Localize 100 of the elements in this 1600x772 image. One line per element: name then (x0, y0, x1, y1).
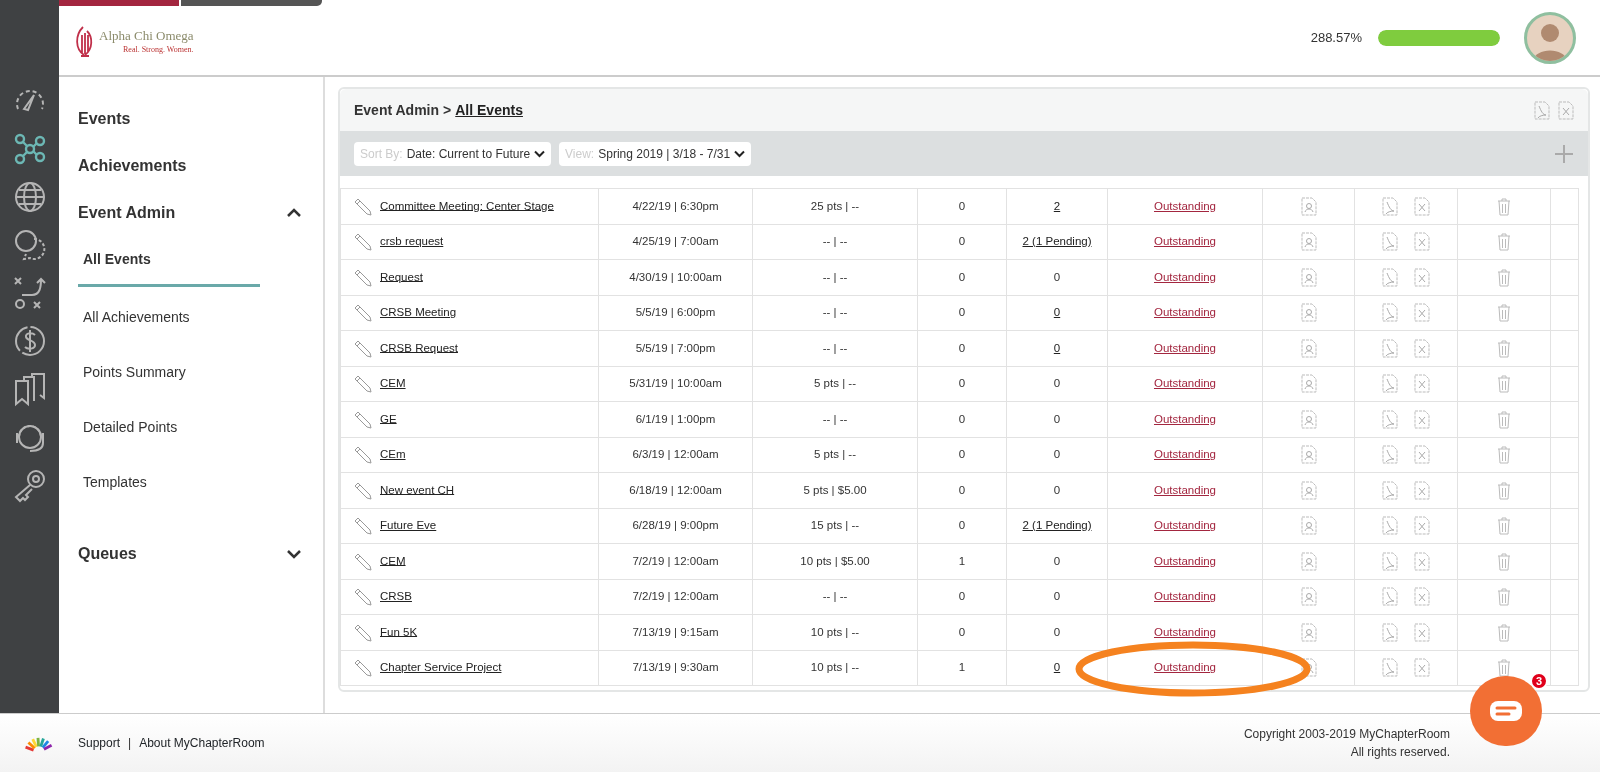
status-link[interactable]: Outstanding (1154, 519, 1216, 532)
status-link[interactable]: Outstanding (1154, 270, 1216, 283)
person-document-icon[interactable] (1300, 196, 1317, 216)
count-link[interactable]: 0 (1053, 341, 1061, 354)
excel-icon[interactable] (1414, 658, 1430, 678)
person-document-icon[interactable] (1300, 374, 1317, 394)
person-document-icon[interactable] (1300, 409, 1317, 429)
person-document-icon[interactable] (1300, 551, 1317, 571)
status-link[interactable]: Outstanding (1154, 448, 1216, 461)
event-link[interactable]: CRSB (380, 589, 412, 602)
excel-icon[interactable] (1414, 445, 1430, 465)
event-link[interactable]: CEM (380, 376, 406, 389)
trash-icon[interactable] (1496, 338, 1512, 358)
count-link[interactable]: 2 (1053, 199, 1061, 212)
person-document-icon[interactable] (1300, 622, 1317, 642)
trash-icon[interactable] (1496, 622, 1512, 642)
sidebar-heading[interactable]: Events (78, 106, 131, 131)
person-document-icon[interactable] (1300, 267, 1317, 287)
person-document-icon[interactable] (1300, 516, 1317, 536)
pdf-icon[interactable] (1382, 587, 1398, 607)
event-link[interactable]: Fun 5K (380, 625, 418, 638)
trash-icon[interactable] (1496, 232, 1512, 252)
about-link[interactable]: About MyChapterRoom (139, 734, 265, 752)
pdf-icon[interactable] (1382, 409, 1398, 429)
pencil-icon[interactable] (353, 516, 372, 536)
sidebar-link[interactable]: Detailed Points (78, 404, 178, 452)
sidebar-link[interactable]: Templates (78, 459, 147, 507)
pencil-icon[interactable] (353, 480, 372, 500)
count-link[interactable]: 0 (1053, 661, 1061, 674)
person-document-icon[interactable] (1300, 480, 1317, 500)
status-link[interactable]: Outstanding (1154, 412, 1216, 425)
pdf-icon[interactable] (1382, 303, 1398, 323)
trash-icon[interactable] (1496, 445, 1512, 465)
pdf-icon[interactable] (1382, 196, 1398, 216)
status-link[interactable]: Outstanding (1154, 625, 1216, 638)
pdf-icon[interactable] (1382, 267, 1398, 287)
excel-icon[interactable] (1414, 480, 1430, 500)
app-tab[interactable] (181, 0, 322, 6)
pdf-icon[interactable] (1382, 516, 1398, 536)
excel-icon[interactable] (1414, 232, 1430, 252)
pencil-icon[interactable] (353, 622, 372, 642)
pencil-icon[interactable] (353, 267, 372, 287)
sidebar-heading[interactable]: Event Admin (78, 200, 176, 225)
person-document-icon[interactable] (1300, 338, 1317, 358)
trash-icon[interactable] (1496, 587, 1512, 607)
trash-icon[interactable] (1496, 303, 1512, 323)
event-link[interactable]: CEm (380, 447, 406, 460)
event-link[interactable]: CRSB Meeting (380, 305, 457, 318)
add-icon[interactable] (1554, 143, 1574, 164)
event-link[interactable]: GE (380, 412, 397, 425)
pencil-icon[interactable] (353, 409, 372, 429)
pdf-icon[interactable] (1534, 100, 1550, 120)
person-document-icon[interactable] (1300, 232, 1317, 252)
breadcrumb-link[interactable]: All Events (455, 99, 523, 121)
pencil-icon[interactable] (353, 374, 372, 394)
excel-icon[interactable] (1414, 551, 1430, 571)
excel-icon[interactable] (1414, 587, 1430, 607)
pdf-icon[interactable] (1382, 445, 1398, 465)
pencil-icon[interactable] (353, 303, 372, 323)
trash-icon[interactable] (1496, 516, 1512, 536)
trash-icon[interactable] (1496, 658, 1512, 678)
sidebar-heading[interactable]: Achievements (78, 153, 187, 178)
status-link[interactable]: Outstanding (1154, 590, 1216, 603)
status-link[interactable]: Outstanding (1154, 235, 1216, 248)
sidebar-link[interactable]: Points Summary (78, 349, 186, 397)
trash-icon[interactable] (1496, 551, 1512, 571)
pencil-icon[interactable] (353, 232, 372, 252)
avatar[interactable] (1524, 11, 1576, 64)
pencil-icon[interactable] (353, 551, 372, 571)
pdf-icon[interactable] (1382, 622, 1398, 642)
pdf-icon[interactable] (1382, 232, 1398, 252)
excel-icon[interactable] (1414, 196, 1430, 216)
trash-icon[interactable] (1496, 374, 1512, 394)
status-link[interactable]: Outstanding (1154, 306, 1216, 319)
excel-icon[interactable] (1414, 338, 1430, 358)
excel-icon[interactable] (1558, 100, 1574, 120)
sidebar-heading[interactable]: Queues (78, 541, 137, 566)
pdf-icon[interactable] (1382, 374, 1398, 394)
trash-icon[interactable] (1496, 480, 1512, 500)
event-link[interactable]: Request (380, 270, 423, 283)
pdf-icon[interactable] (1382, 338, 1398, 358)
status-link[interactable]: Outstanding (1154, 483, 1216, 496)
pencil-icon[interactable] (353, 445, 372, 465)
chevron-down-icon[interactable] (287, 548, 301, 559)
excel-icon[interactable] (1414, 516, 1430, 536)
event-link[interactable]: Chapter Service Project (380, 660, 502, 673)
play-diagram-icon[interactable] (11, 275, 48, 311)
pencil-icon[interactable] (353, 587, 372, 607)
pencil-icon[interactable] (353, 658, 372, 678)
event-link[interactable]: Future Eve (380, 518, 437, 531)
person-document-icon[interactable] (1300, 445, 1317, 465)
person-document-icon[interactable] (1300, 303, 1317, 323)
excel-icon[interactable] (1414, 409, 1430, 429)
status-link[interactable]: Outstanding (1154, 554, 1216, 567)
trash-icon[interactable] (1496, 409, 1512, 429)
person-document-icon[interactable] (1300, 587, 1317, 607)
app-tab[interactable] (59, 0, 179, 6)
excel-icon[interactable] (1414, 267, 1430, 287)
event-link[interactable]: New event CH (380, 483, 455, 496)
status-link[interactable]: Outstanding (1154, 661, 1216, 674)
